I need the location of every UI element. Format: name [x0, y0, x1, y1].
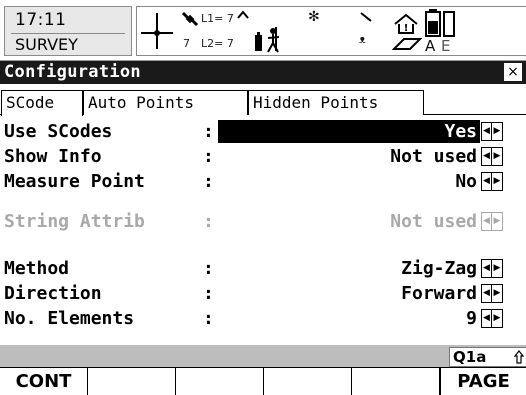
battery-icon-2: [443, 11, 455, 37]
arrow-left-icon[interactable]: ◀: [482, 148, 492, 165]
softkey-f3[interactable]: [176, 368, 264, 395]
arrow-right-icon: ▶: [493, 216, 501, 226]
warning-icon: !: [394, 13, 418, 34]
show-info-spinner[interactable]: ◀ ▶: [481, 147, 503, 166]
field-value: No: [455, 171, 477, 192]
arrow-right-icon[interactable]: ▶: [492, 260, 502, 277]
l2-satellite-count: L2= 7: [201, 37, 234, 50]
tripod-count: 7: [183, 37, 190, 50]
signal-icon: [237, 10, 249, 19]
string-attrib-select: Not used: [218, 210, 480, 233]
tab-hidden-points[interactable]: Hidden Points: [248, 90, 424, 115]
clock-time: 17:11: [15, 10, 67, 30]
field-colon: :: [203, 258, 214, 279]
status-icons-panel: 7 L1= 7 L2= 7 ✻ ᴥ ! A E: [136, 6, 526, 56]
softkey-f5[interactable]: [352, 368, 440, 395]
tab-scode[interactable]: SCode: [1, 90, 83, 116]
method-spinner[interactable]: ◀ ▶: [481, 259, 503, 278]
satellite-icon: [181, 11, 199, 27]
arrow-left-icon: ◀: [482, 213, 492, 230]
page-title: Configuration: [4, 62, 141, 82]
arrow-left-icon[interactable]: ◀: [482, 310, 492, 327]
divider: [11, 33, 125, 34]
field-colon: :: [203, 283, 214, 304]
shift-arrow-icon: [514, 350, 524, 364]
radio-link-icon: [360, 12, 372, 22]
close-icon[interactable]: ×: [504, 63, 522, 81]
bluetooth-icon: ✻: [308, 9, 320, 25]
field-colon: :: [203, 171, 214, 192]
field-label: Measure Point: [4, 171, 145, 192]
memory-letter-2: E: [441, 37, 451, 55]
arrow-right-icon[interactable]: ▶: [492, 173, 502, 190]
status-bar: 17:11 SURVEY 7 L1= 7 L2= 7 ✻ ᴥ ! A E: [0, 0, 526, 61]
arrow-right-icon[interactable]: ▶: [492, 310, 502, 327]
time-mode-panel: 17:11 SURVEY: [4, 6, 132, 56]
arrow-left-icon[interactable]: ◀: [482, 123, 492, 140]
field-value: Forward: [401, 283, 477, 304]
field-colon: :: [203, 308, 214, 329]
tab-bar: SCode Auto Points Hidden Points: [0, 84, 526, 116]
field-use-scodes: Use SCodes : Yes ◀ ▶: [0, 119, 526, 144]
field-label: No. Elements: [4, 308, 135, 329]
softkey-f2[interactable]: [88, 368, 176, 395]
app-mode-label: SURVEY: [15, 35, 78, 54]
direction-select[interactable]: Forward: [218, 282, 480, 305]
use-scodes-spinner[interactable]: ◀ ▶: [481, 122, 503, 141]
no-elements-input[interactable]: 9: [218, 307, 480, 330]
field-value: Zig-Zag: [401, 258, 477, 279]
softkey-bar: CONT PAGE: [0, 367, 526, 395]
title-bar: Configuration ×: [0, 61, 526, 84]
measure-point-spinner[interactable]: ◀ ▶: [481, 172, 503, 191]
direction-spinner[interactable]: ◀ ▶: [481, 284, 503, 303]
use-scodes-select[interactable]: Yes: [218, 120, 480, 143]
memory-letter: A: [425, 37, 436, 55]
arrow-right-icon[interactable]: ▶: [492, 148, 502, 165]
field-colon: :: [203, 146, 214, 167]
arrow-left-icon[interactable]: ◀: [482, 260, 492, 277]
field-label: Direction: [4, 283, 102, 304]
field-colon: :: [203, 121, 214, 142]
field-measure-point: Measure Point : No ◀ ▶: [0, 169, 526, 194]
arrow-left-icon[interactable]: ◀: [482, 173, 492, 190]
show-info-select[interactable]: Not used: [218, 145, 480, 168]
field-direction: Direction : Forward ◀ ▶: [0, 281, 526, 306]
string-attrib-spinner: ◀ ▶: [481, 212, 503, 231]
tab-auto-points[interactable]: Auto Points: [83, 90, 248, 115]
field-label: String Attrib: [4, 211, 145, 232]
field-value: Yes: [444, 121, 477, 142]
l1-satellite-count: L1= 7: [201, 12, 234, 25]
memory-card-icon: [392, 38, 422, 50]
field-method: Method : Zig-Zag ◀ ▶: [0, 256, 526, 281]
arrow-right-icon[interactable]: ▶: [492, 123, 502, 140]
connection-icon: ᴥ: [359, 33, 366, 46]
page-button[interactable]: PAGE: [440, 368, 526, 395]
crosshair-icon: [141, 13, 173, 49]
softkey-f4[interactable]: [264, 368, 352, 395]
arrow-right-icon[interactable]: ▶: [492, 285, 502, 302]
field-no-elements: No. Elements : 9 ◀ ▶: [0, 306, 526, 331]
field-label: Use SCodes: [4, 121, 113, 142]
field-string-attrib: String Attrib : Not used ◀ ▶: [0, 209, 526, 234]
field-show-info: Show Info : Not used ◀ ▶: [0, 144, 526, 169]
arrow-left-icon[interactable]: ◀: [482, 285, 492, 302]
field-label: Show Info: [4, 146, 102, 167]
field-value: Not used: [390, 211, 477, 232]
method-select[interactable]: Zig-Zag: [218, 257, 480, 280]
field-label: Method: [4, 258, 70, 279]
battery-icon: [425, 9, 441, 37]
measure-point-select[interactable]: No: [218, 170, 480, 193]
input-mode-bar: Q1a: [0, 345, 526, 367]
rover-icon: [255, 27, 280, 53]
no-elements-spinner[interactable]: ◀ ▶: [481, 309, 503, 328]
field-value: 9: [466, 308, 477, 329]
field-colon: :: [203, 211, 214, 232]
cont-button[interactable]: CONT: [0, 368, 88, 395]
svg-text:!: !: [404, 23, 409, 34]
field-value: Not used: [390, 146, 477, 167]
